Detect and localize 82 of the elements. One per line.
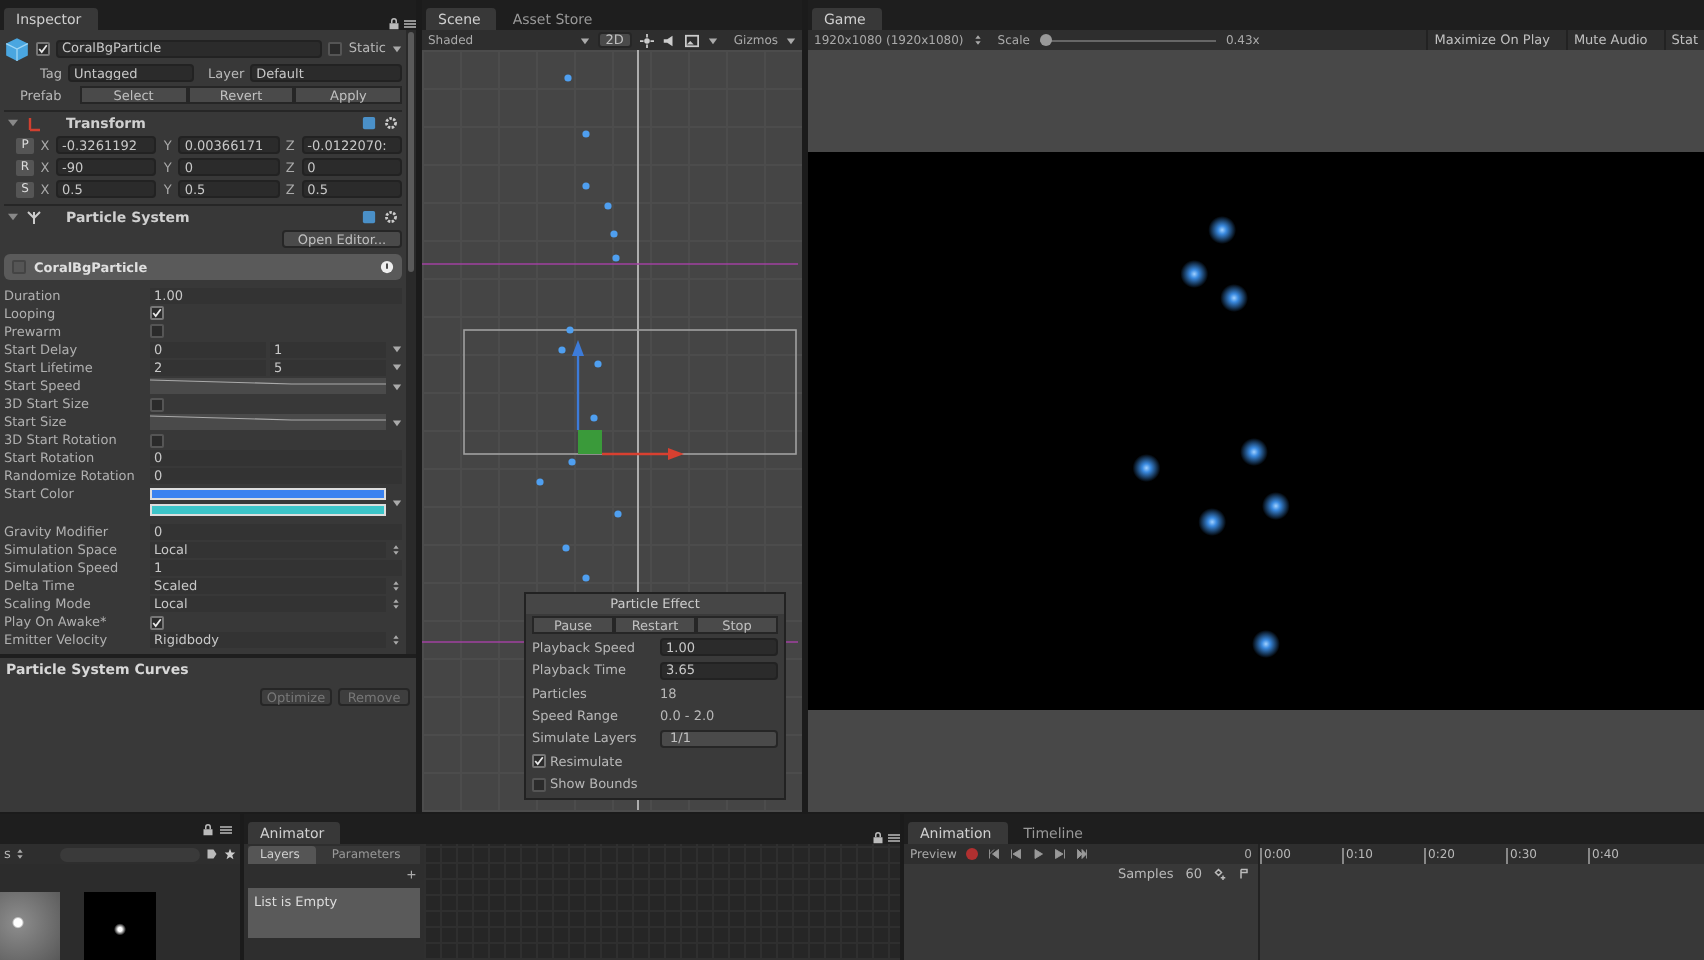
- caret-icon: [786, 35, 796, 45]
- book-icon[interactable]: [362, 116, 376, 130]
- particle-dot: [562, 544, 570, 552]
- particle-dot: [582, 182, 590, 190]
- particle-glow: [1261, 492, 1290, 520]
- add-event-icon[interactable]: [1238, 868, 1250, 880]
- axes-icon: [26, 115, 42, 131]
- caret-icon: [392, 43, 402, 53]
- particle-dot: [564, 74, 572, 82]
- foldout-icon[interactable]: [8, 212, 18, 222]
- curve-field[interactable]: [150, 378, 386, 395]
- particle-dot: [566, 326, 574, 334]
- menu-icon[interactable]: [220, 823, 232, 835]
- curve-field[interactable]: [150, 414, 386, 431]
- particle-dot: [568, 458, 576, 466]
- lock-icon[interactable]: [388, 18, 400, 30]
- particle-dot: [612, 254, 620, 262]
- scrollbar[interactable]: [406, 30, 416, 654]
- particle-dot: [582, 574, 590, 582]
- particle-glow: [1220, 284, 1249, 312]
- settings-icon[interactable]: [384, 210, 398, 224]
- particle-dot: [614, 510, 622, 518]
- updown-icon: [973, 34, 982, 46]
- updown-icon: [16, 848, 25, 860]
- particle-dot: [582, 130, 590, 138]
- lock-icon[interactable]: [202, 823, 214, 835]
- info-icon: [380, 260, 394, 274]
- scale-slider-thumb[interactable]: [1039, 34, 1052, 46]
- book-icon[interactable]: [362, 210, 376, 224]
- lock-icon[interactable]: [872, 832, 884, 844]
- checkbox[interactable]: [532, 754, 546, 769]
- particle-dot: [558, 346, 566, 354]
- menu-icon[interactable]: [888, 832, 900, 844]
- updown-icon: [392, 543, 400, 556]
- playback-icon[interactable]: [1032, 848, 1045, 860]
- particle-glow: [1240, 438, 1268, 466]
- checkbox[interactable]: [150, 324, 164, 339]
- right-arrow[interactable]: [602, 448, 684, 460]
- updown-icon: [392, 597, 400, 610]
- asset-thumbnail[interactable]: [0, 892, 60, 960]
- particles-icon: [26, 209, 42, 225]
- tag-icon[interactable]: [206, 848, 218, 860]
- checkbox[interactable]: [150, 397, 164, 412]
- playback-icon[interactable]: [988, 848, 1001, 860]
- particle-dot: [610, 230, 618, 238]
- particle-glow: [1208, 216, 1237, 244]
- caret-icon: [707, 35, 718, 45]
- playback-icon[interactable]: [1076, 848, 1089, 860]
- checkbox[interactable]: [532, 777, 546, 792]
- playback-icon[interactable]: [1010, 848, 1023, 860]
- particle-dot: [590, 414, 598, 422]
- particle-dot: [604, 202, 612, 210]
- gradient-bar[interactable]: [150, 504, 386, 517]
- sun-icon[interactable]: [639, 33, 654, 47]
- cube-icon: [4, 35, 30, 61]
- particle-glow: [1132, 454, 1161, 482]
- caret-icon: [391, 497, 401, 508]
- checkbox[interactable]: [150, 306, 164, 321]
- checkbox[interactable]: [150, 615, 164, 630]
- star-icon[interactable]: [224, 848, 236, 860]
- static-checkbox[interactable]: [328, 41, 343, 55]
- add-key-icon[interactable]: [1214, 868, 1226, 880]
- image-icon[interactable]: [683, 33, 700, 47]
- settings-icon[interactable]: [384, 116, 398, 130]
- particle-dot: [536, 478, 544, 486]
- menu-icon[interactable]: [404, 18, 416, 30]
- caret-icon: [579, 35, 590, 45]
- active-checkbox[interactable]: [36, 41, 50, 55]
- particle-glow: [1198, 508, 1227, 536]
- caret-icon: [391, 417, 401, 428]
- particle-glow: [1180, 260, 1209, 288]
- updown-icon: [392, 634, 400, 647]
- gradient-bar[interactable]: [150, 488, 386, 501]
- particle-dot: [594, 360, 602, 368]
- asset-thumbnail[interactable]: [84, 892, 156, 960]
- checkbox[interactable]: [150, 433, 164, 448]
- particle-glow: [1252, 630, 1280, 658]
- foldout-icon[interactable]: [8, 118, 18, 128]
- updown-icon: [392, 579, 400, 592]
- add-button[interactable]: +: [402, 868, 420, 884]
- search-field[interactable]: [60, 847, 200, 861]
- playback-icon[interactable]: [1054, 848, 1067, 860]
